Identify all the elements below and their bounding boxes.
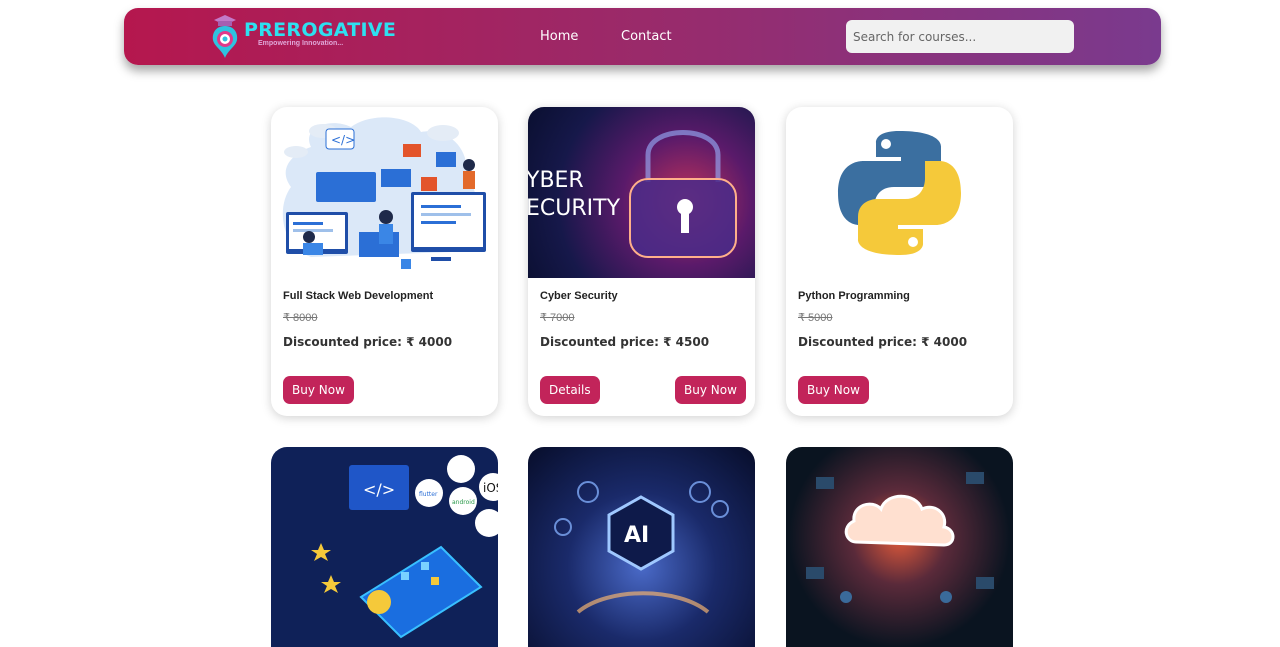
course-title: Full Stack Web Development — [283, 290, 434, 302]
image-text-security: ECURITY — [528, 196, 621, 221]
navbar: PREROGATIVE Empowering Innovation... Hom… — [124, 8, 1161, 65]
web-development-illustration: </> — [271, 107, 498, 278]
python-logo — [786, 107, 1013, 278]
nav-home-link[interactable]: Home — [540, 29, 578, 44]
logo-tagline: Empowering Innovation... — [258, 40, 344, 47]
course-card-full-stack: </> Full Stack Web Development ₹ 8000 Di… — [271, 107, 498, 416]
svg-text:</>: </> — [331, 133, 355, 147]
discounted-price: Discounted price: ₹ 4500 — [540, 335, 710, 349]
logo-title: PREROGATIVE — [244, 19, 397, 41]
discounted-price: Discounted price: ₹ 4000 — [798, 335, 968, 349]
course-card-app-development: </> flutter android iOS — [271, 447, 498, 647]
course-title: Python Programming — [798, 290, 910, 302]
logo[interactable]: PREROGATIVE Empowering Innovation... — [210, 14, 396, 60]
nav-contact-link[interactable]: Contact — [621, 29, 672, 44]
course-card-cloud — [786, 447, 1013, 647]
details-button[interactable]: Details — [540, 376, 600, 404]
image-text-ios: iOS — [483, 481, 498, 495]
cyber-security-lock: YBER ECURITY — [528, 107, 755, 278]
image-text-ai: AI — [624, 523, 649, 548]
image-text-flutter: flutter — [419, 491, 438, 498]
buy-now-button[interactable]: Buy Now — [798, 376, 869, 404]
image-text-cyber: YBER — [528, 168, 584, 193]
image-text-code: </> — [363, 480, 395, 499]
original-price: ₹ 5000 — [798, 312, 833, 324]
logo-icon — [212, 15, 238, 58]
course-title: Cyber Security — [540, 290, 618, 302]
buy-now-button[interactable]: Buy Now — [675, 376, 746, 404]
buy-now-button[interactable]: Buy Now — [283, 376, 354, 404]
search-input[interactable] — [846, 20, 1074, 53]
image-text-android: android — [452, 499, 475, 506]
original-price: ₹ 7000 — [540, 312, 575, 324]
original-price: ₹ 8000 — [283, 312, 318, 324]
course-card-python: Python Programming ₹ 5000 Discounted pri… — [786, 107, 1013, 416]
course-card-ai: AI — [528, 447, 755, 647]
discounted-price: Discounted price: ₹ 4000 — [283, 335, 453, 349]
course-card-cyber-security: YBER ECURITY Cyber Security ₹ 7000 Disco… — [528, 107, 755, 416]
